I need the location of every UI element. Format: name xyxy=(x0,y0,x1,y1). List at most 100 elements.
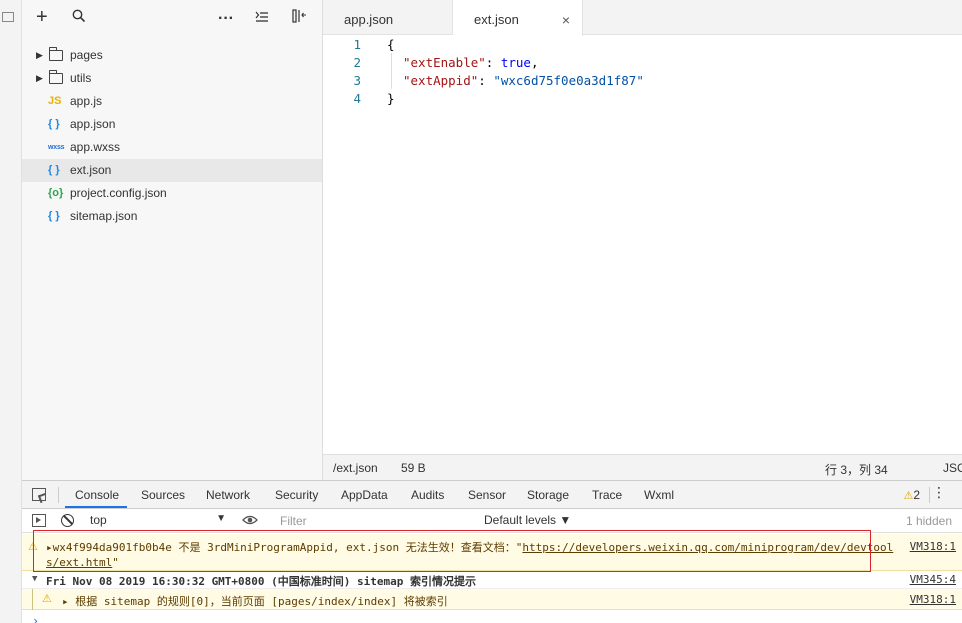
folder-icon xyxy=(49,70,63,84)
devtools-tabs: Console Sources Network Security AppData… xyxy=(22,481,962,509)
source-link[interactable]: VM318:1 xyxy=(910,540,956,553)
code-text: } xyxy=(387,91,395,106)
indent-guide xyxy=(391,53,392,89)
eye-icon[interactable] xyxy=(242,513,258,529)
tree-item-label: app.json xyxy=(70,117,116,131)
tab-sensor[interactable]: Sensor xyxy=(468,488,506,502)
file-tree-panel: + ··· ▶ pages ▶ utils JS app.js { } app.… xyxy=(22,0,323,480)
json-file-icon: { } xyxy=(48,210,60,222)
tab-label: ext.json xyxy=(474,12,519,27)
close-icon[interactable]: × xyxy=(562,0,570,40)
tab-app-json[interactable]: app.json xyxy=(323,0,453,35)
status-file-path: /ext.json xyxy=(333,461,378,475)
tab-appdata[interactable]: AppData xyxy=(341,488,388,502)
json-comma: , xyxy=(530,55,539,70)
search-icon[interactable] xyxy=(72,9,86,29)
editor-tabs: app.json ext.json × xyxy=(323,0,962,36)
console-message-warning[interactable]: ⚠ ▸ 根据 sitemap 的规则[0]，当前页面 [pages/index/… xyxy=(22,589,962,610)
tab-audits[interactable]: Audits xyxy=(411,488,444,502)
tree-file-ext-json[interactable]: { } ext.json xyxy=(22,159,322,182)
console-group-header[interactable]: ▼ Fri Nov 08 2019 16:30:32 GMT+0800 (中国标… xyxy=(22,571,962,589)
status-cursor-position[interactable]: 行 3，列 34 xyxy=(825,461,888,478)
tree-item-label: app.wxss xyxy=(70,140,121,154)
console-output: ⚠ ▸wx4f994da901fb0b4e 不是 3rdMiniProgramA… xyxy=(22,534,962,623)
tab-network[interactable]: Network xyxy=(206,488,250,502)
console-message-warning[interactable]: ⚠ ▸wx4f994da901fb0b4e 不是 3rdMiniProgramA… xyxy=(22,534,962,571)
json-file-icon: { } xyxy=(48,164,60,176)
code-line: 3 "extAppid": "wxc6d75f0e0a3d1f87" xyxy=(323,72,962,90)
devtools-panel: Console Sources Network Security AppData… xyxy=(22,480,962,623)
json-key: "extAppid" xyxy=(403,73,479,88)
editor-status-bar: /ext.json 59 B 行 3，列 34 JSON xyxy=(323,454,962,480)
status-language[interactable]: JSON xyxy=(943,461,962,475)
show-sidebar-icon[interactable] xyxy=(32,514,46,527)
console-filter-input[interactable] xyxy=(277,512,475,530)
json-value: "wxc6d75f0e0a3d1f87" xyxy=(493,73,644,88)
plus-icon[interactable]: + xyxy=(36,7,48,27)
more-vert-icon[interactable]: ⋮ xyxy=(932,485,946,499)
divider xyxy=(58,487,59,503)
log-levels-select[interactable]: Default levels ▼ xyxy=(484,513,571,527)
code-editor: app.json ext.json × 1 { 2 "extEnable": t… xyxy=(323,0,962,480)
code-area[interactable]: 1 { 2 "extEnable": true, 3 "extAppid": "… xyxy=(323,35,962,108)
console-filter-bar: top ▼ Default levels ▼ 1 hidden xyxy=(22,509,962,533)
tree-folder-utils[interactable]: ▶ utils xyxy=(22,67,322,90)
warning-icon: ⚠ xyxy=(42,592,52,605)
inspect-element-icon[interactable] xyxy=(32,488,46,501)
tree-item-label: project.config.json xyxy=(70,186,167,200)
tree-file-app-wxss[interactable]: wxss app.wxss xyxy=(22,136,322,159)
source-link[interactable]: VM318:1 xyxy=(910,593,956,606)
file-tree-list: ▶ pages ▶ utils JS app.js { } app.json w… xyxy=(22,44,322,228)
tree-item-label: sitemap.json xyxy=(70,209,138,223)
message-text: ▸wx4f994da901fb0b4e 不是 3rdMiniProgramApp… xyxy=(46,541,894,569)
json-key: "extEnable" xyxy=(403,55,486,70)
tab-console[interactable]: Console xyxy=(75,488,119,502)
code-line: 2 "extEnable": true, xyxy=(323,54,962,72)
caret-right-icon[interactable]: ▶ xyxy=(36,44,43,67)
warning-count-badge[interactable]: ⚠2 xyxy=(903,488,920,502)
wxss-file-icon: wxss xyxy=(48,144,65,151)
tree-item-label: app.js xyxy=(70,94,103,108)
js-file-icon: JS xyxy=(48,95,62,107)
tab-security[interactable]: Security xyxy=(275,488,318,502)
caret-down-icon[interactable]: ▼ xyxy=(32,574,37,584)
file-tree-toolbar: + ··· xyxy=(22,0,322,38)
warning-icon: ⚠ xyxy=(28,540,38,553)
source-link[interactable]: VM345:4 xyxy=(910,573,956,586)
tree-file-project-config[interactable]: {o} project.config.json xyxy=(22,182,322,205)
message-text: ▸ 根据 sitemap 的规则[0]，当前页面 [pages/index/in… xyxy=(62,595,448,608)
tab-label: app.json xyxy=(344,12,394,27)
panel-toggle-icon[interactable] xyxy=(2,12,14,22)
tab-sources[interactable]: Sources xyxy=(141,488,185,502)
line-number: 3 xyxy=(353,73,361,88)
json-file-icon: { } xyxy=(48,118,60,130)
tree-file-app-json[interactable]: { } app.json xyxy=(22,113,322,136)
tab-wxml[interactable]: Wxml xyxy=(644,488,674,502)
clear-console-icon[interactable] xyxy=(61,514,74,527)
json-value: true xyxy=(500,55,531,70)
list-collapse-icon[interactable] xyxy=(255,9,269,29)
group-indent-bar xyxy=(32,589,33,610)
ellipsis-icon[interactable]: ··· xyxy=(218,9,234,29)
tab-storage[interactable]: Storage xyxy=(527,488,569,502)
active-tab-indicator xyxy=(65,506,127,508)
console-prompt[interactable]: › xyxy=(32,614,39,623)
caret-right-icon[interactable]: ▶ xyxy=(36,67,43,90)
line-number: 2 xyxy=(353,55,361,70)
tab-trace[interactable]: Trace xyxy=(592,488,622,502)
line-number: 1 xyxy=(353,37,361,52)
code-text: "extEnable": true, xyxy=(403,54,539,72)
dropdown-arrow-icon: ▼ xyxy=(216,513,226,524)
code-line: 4 } xyxy=(323,90,962,108)
tree-file-app-js[interactable]: JS app.js xyxy=(22,90,322,113)
context-select[interactable]: top ▼ xyxy=(90,513,226,529)
code-text: "extAppid": "wxc6d75f0e0a3d1f87" xyxy=(403,72,644,90)
json-sep: : xyxy=(478,73,494,88)
tree-file-sitemap-json[interactable]: { } sitemap.json xyxy=(22,205,322,228)
layout-icon[interactable] xyxy=(292,9,308,29)
tab-ext-json[interactable]: ext.json × xyxy=(453,0,583,36)
warning-icon: ⚠ xyxy=(903,490,914,502)
code-line: 1 { xyxy=(323,36,962,54)
tree-folder-pages[interactable]: ▶ pages xyxy=(22,44,322,67)
group-title: Fri Nov 08 2019 16:30:32 GMT+0800 (中国标准时… xyxy=(46,575,477,588)
